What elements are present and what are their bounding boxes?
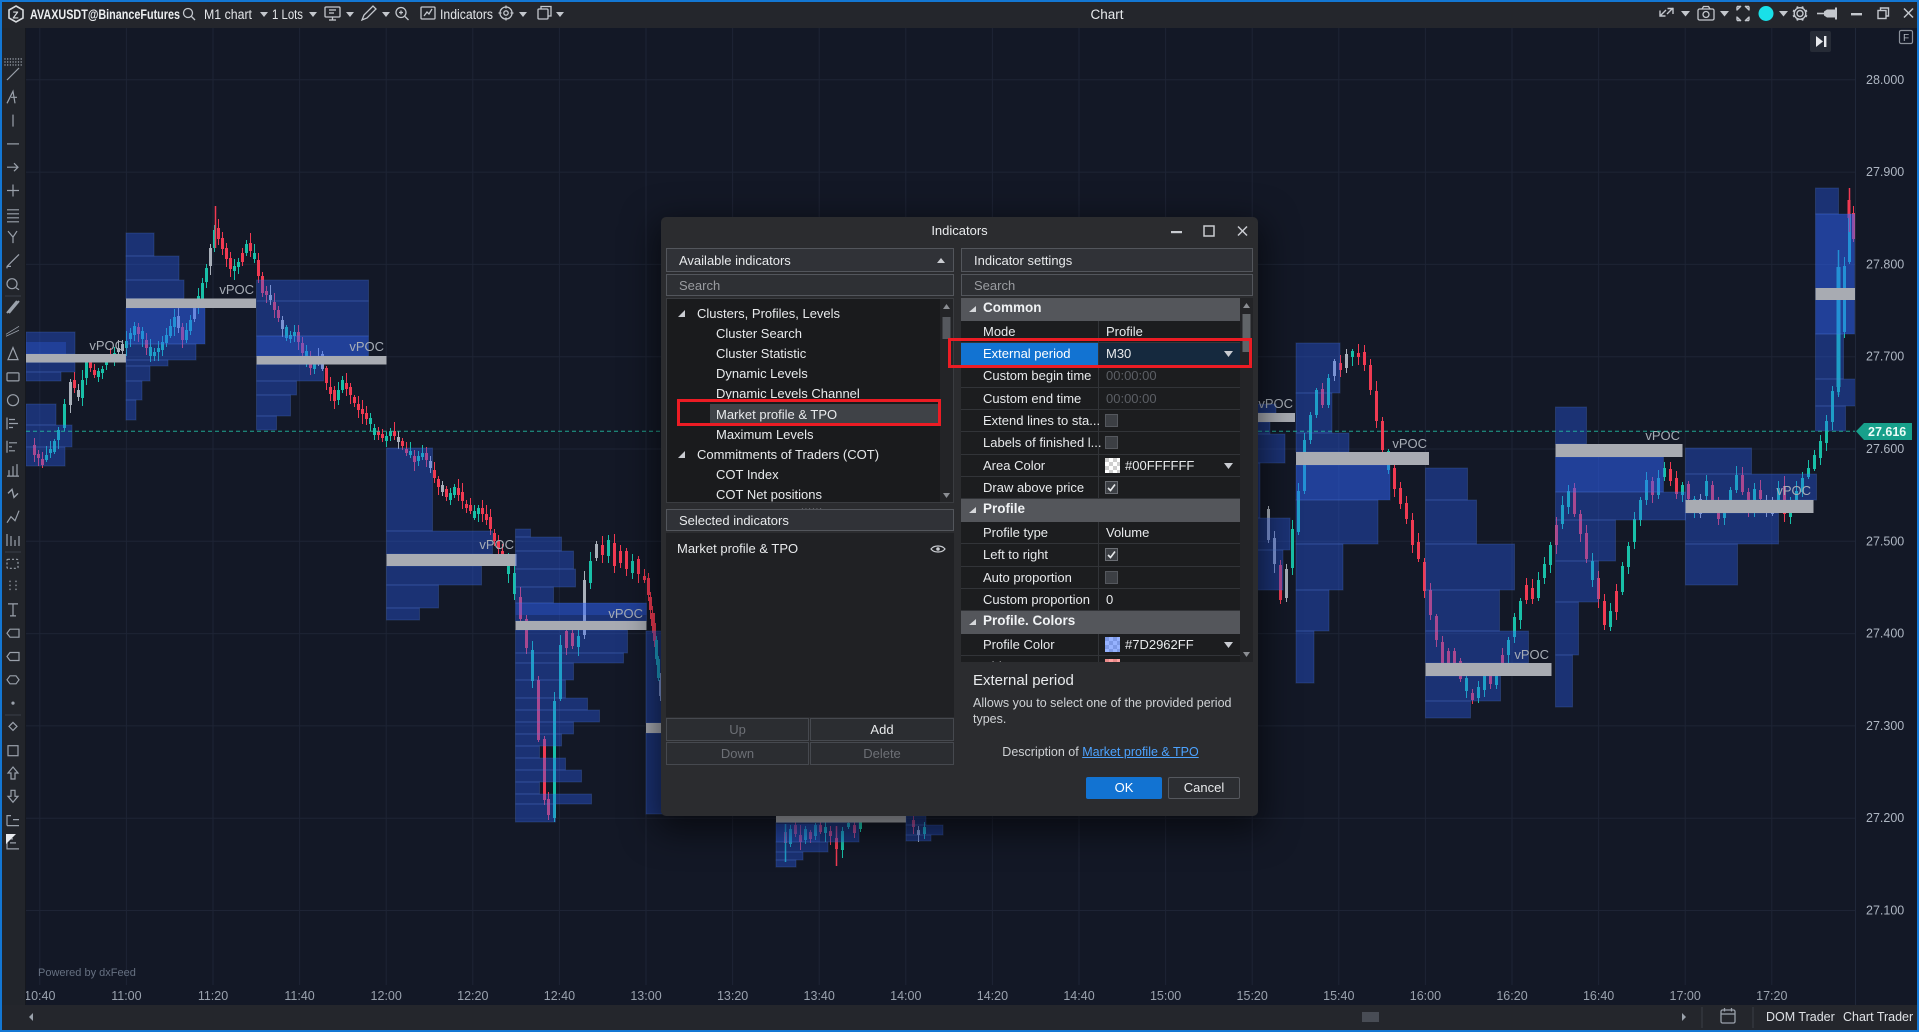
svg-text:DOM Trader: DOM Trader (1766, 1010, 1835, 1024)
svg-text:Chart Trader: Chart Trader (1843, 1010, 1913, 1024)
